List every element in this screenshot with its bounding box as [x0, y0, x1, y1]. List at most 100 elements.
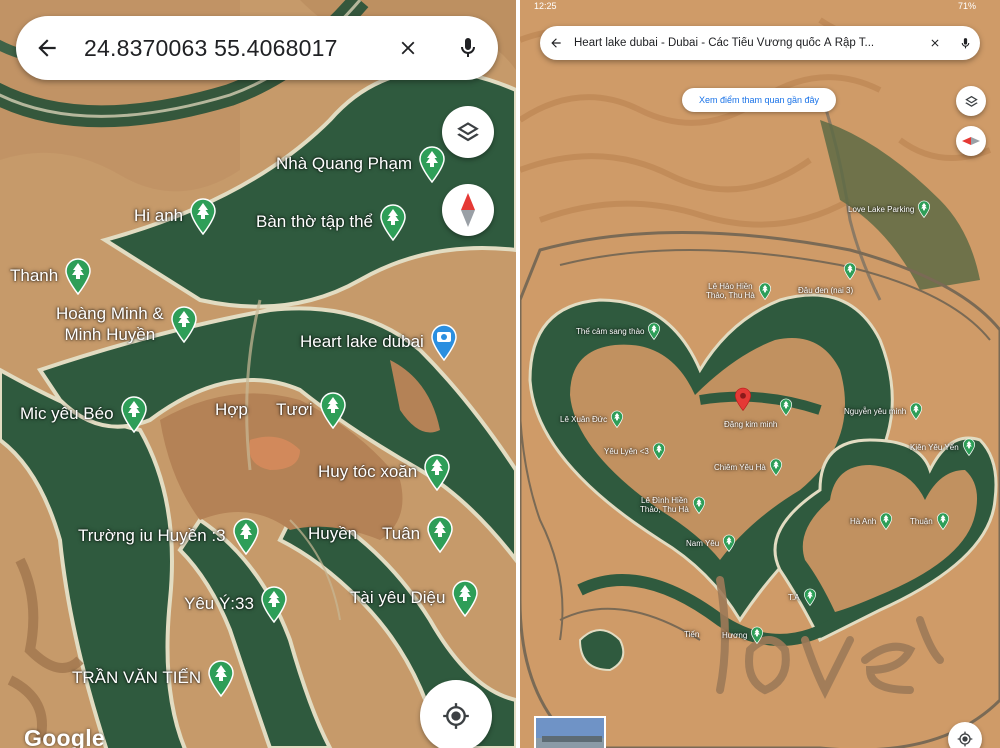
map-place-pin[interactable] — [776, 398, 793, 416]
place-label: Tài yêu Diệu — [350, 588, 446, 607]
tree-pin-icon — [758, 282, 771, 300]
tree-pin-icon — [918, 200, 931, 218]
place-label: Love Lake Parking — [848, 204, 915, 214]
tree-pin-icon — [190, 198, 216, 235]
tree-pin-icon — [208, 660, 234, 697]
map-place-label[interactable]: Tiến — [684, 630, 699, 639]
map-place-pin[interactable]: Nhà Quang Phạm — [276, 144, 446, 184]
tree-pin-icon — [843, 262, 857, 280]
satellite-map-view[interactable] — [0, 0, 516, 748]
tree-pin-icon — [648, 322, 661, 340]
arrow-left-icon[interactable] — [16, 16, 78, 80]
tree-pin-icon — [910, 402, 923, 420]
status-time: 12:25 — [534, 1, 557, 11]
place-label: Hoàng Minh & Minh Huyền — [56, 303, 164, 345]
layers-button[interactable] — [956, 86, 986, 116]
search-bar[interactable]: Heart lake dubai - Dubai - Các Tiểu Vươn… — [540, 26, 980, 60]
tree-pin-icon — [452, 580, 479, 617]
place-label: TRẦN VĂN TIẾN — [72, 668, 202, 687]
close-icon[interactable] — [378, 16, 438, 80]
place-label: Thế cảm sang thào — [576, 326, 645, 336]
map-place-label[interactable]: Đặng kim minh — [724, 420, 777, 429]
place-label: Lê Đình Hiền Thảo, Thu Hà — [640, 496, 689, 514]
map-place-pin[interactable]: Yêu Lyên <3 — [604, 442, 666, 460]
tree-pin-icon — [751, 626, 764, 644]
nearby-attractions-button[interactable]: Xem điểm tham quan gần đây — [682, 88, 836, 112]
map-place-label[interactable]: Huyền — [308, 524, 357, 544]
place-label: Heart lake dubai — [300, 332, 424, 351]
place-label: Hi anh — [134, 206, 184, 225]
place-label: Lê Hảo Hiền Thảo, Thu Hà — [706, 282, 755, 300]
map-place-pin[interactable]: Tuân — [382, 514, 454, 554]
compass-icon — [460, 193, 476, 227]
map-place-pin[interactable]: Nam Yêu — [686, 534, 736, 552]
close-icon[interactable] — [920, 26, 950, 60]
map-place-pin[interactable] — [840, 262, 857, 280]
tree-pin-icon — [65, 258, 91, 295]
map-place-pin[interactable]: Thanh — [10, 256, 92, 296]
my-location-button[interactable] — [948, 722, 982, 748]
map-place-pin[interactable]: Huy tóc xoăn — [318, 452, 451, 492]
search-query-text[interactable]: 24.8370063 55.4068017 — [78, 35, 378, 62]
map-place-pin[interactable]: Lê Đình Hiền Thảo, Thu Hà — [640, 494, 706, 516]
map-place-label[interactable]: Hợp — [215, 400, 248, 420]
map-place-pin[interactable]: Trường iu Huyền :3 — [78, 516, 260, 556]
map-place-pin[interactable]: Yêu Ý:33 — [184, 584, 288, 624]
layers-button[interactable] — [442, 106, 494, 158]
mic-icon[interactable] — [438, 16, 498, 80]
map-place-pin[interactable]: Tài yêu Diệu — [350, 578, 479, 618]
street-view-thumbnail[interactable] — [534, 716, 606, 748]
tree-pin-icon — [652, 442, 665, 460]
map-place-pin[interactable]: Love Lake Parking — [848, 200, 931, 218]
map-place-pin[interactable]: Thế cảm sang thào — [576, 322, 661, 340]
map-place-label[interactable]: Đậu đen (nai 3) — [798, 286, 853, 295]
mic-icon[interactable] — [950, 26, 980, 60]
place-label: Mic yêu Béo — [20, 404, 114, 423]
map-place-pin[interactable]: Nguyễn yêu minh — [844, 402, 923, 420]
place-label: Thanh — [10, 266, 59, 285]
map-place-pin[interactable]: Mic yêu Béo — [20, 394, 148, 434]
layers-icon — [455, 119, 481, 145]
place-label: Đặng kim minh — [724, 420, 778, 429]
map-place-pin[interactable]: Tươi — [276, 390, 347, 430]
compass-button[interactable] — [442, 184, 494, 236]
compass-icon — [962, 137, 980, 145]
map-place-pin[interactable]: Bàn thờ tập thể — [256, 202, 407, 242]
place-label: Trường iu Huyền :3 — [78, 526, 226, 545]
left-map-screenshot: 24.8370063 55.4068017 Google Nhà Quang P… — [0, 0, 516, 748]
red-location-pin-icon[interactable] — [734, 386, 752, 412]
tree-pin-icon — [427, 516, 453, 553]
place-label-line2: Thảo, Thu Hà — [640, 505, 689, 514]
layers-icon — [964, 94, 979, 109]
tree-pin-icon — [232, 518, 259, 555]
map-place-pin[interactable]: Hương — [722, 626, 764, 644]
map-place-pin[interactable]: Lê Hảo Hiền Thảo, Thu Hà — [706, 280, 772, 302]
place-label: Huy tóc xoăn — [318, 462, 418, 481]
search-query-text[interactable]: Heart lake dubai - Dubai - Các Tiểu Vươn… — [572, 37, 920, 49]
arrow-left-icon[interactable] — [540, 26, 572, 60]
my-location-button[interactable] — [420, 680, 492, 748]
place-label: Chiêm Yêu Hà — [714, 462, 766, 472]
map-place-pin[interactable]: Lê Xuân Đức — [560, 410, 624, 428]
map-place-pin[interactable]: Chiêm Yêu Hà — [714, 458, 783, 476]
map-place-pin[interactable]: Kiên Yêu Yến — [910, 438, 976, 456]
place-label: Hợp — [215, 400, 248, 419]
map-place-pin[interactable]: Thuận — [910, 512, 950, 530]
place-label: Tuân — [382, 524, 421, 543]
place-label: Yêu Lyên <3 — [604, 446, 649, 456]
map-place-pin[interactable]: Hoàng Minh & Minh Huyền — [56, 302, 198, 346]
search-bar[interactable]: 24.8370063 55.4068017 — [16, 16, 498, 80]
place-label: Lê Xuân Đức — [560, 414, 608, 424]
compass-button[interactable] — [956, 126, 986, 156]
map-place-pin[interactable]: Hà Anh — [850, 512, 893, 530]
map-place-pin[interactable]: T.A — [788, 588, 817, 606]
tree-pin-icon — [170, 306, 197, 343]
map-place-pin[interactable]: Heart lake dubai — [300, 322, 458, 362]
my-location-icon — [442, 702, 470, 730]
place-label: Nam Yêu — [686, 538, 720, 548]
place-label-line2: Minh Huyền — [64, 325, 156, 344]
map-place-pin[interactable]: Hi anh — [134, 196, 217, 236]
place-label: Đậu đen (nai 3) — [798, 286, 854, 295]
map-place-pin[interactable]: TRẦN VĂN TIẾN — [72, 658, 235, 698]
tree-pin-icon — [962, 438, 975, 456]
